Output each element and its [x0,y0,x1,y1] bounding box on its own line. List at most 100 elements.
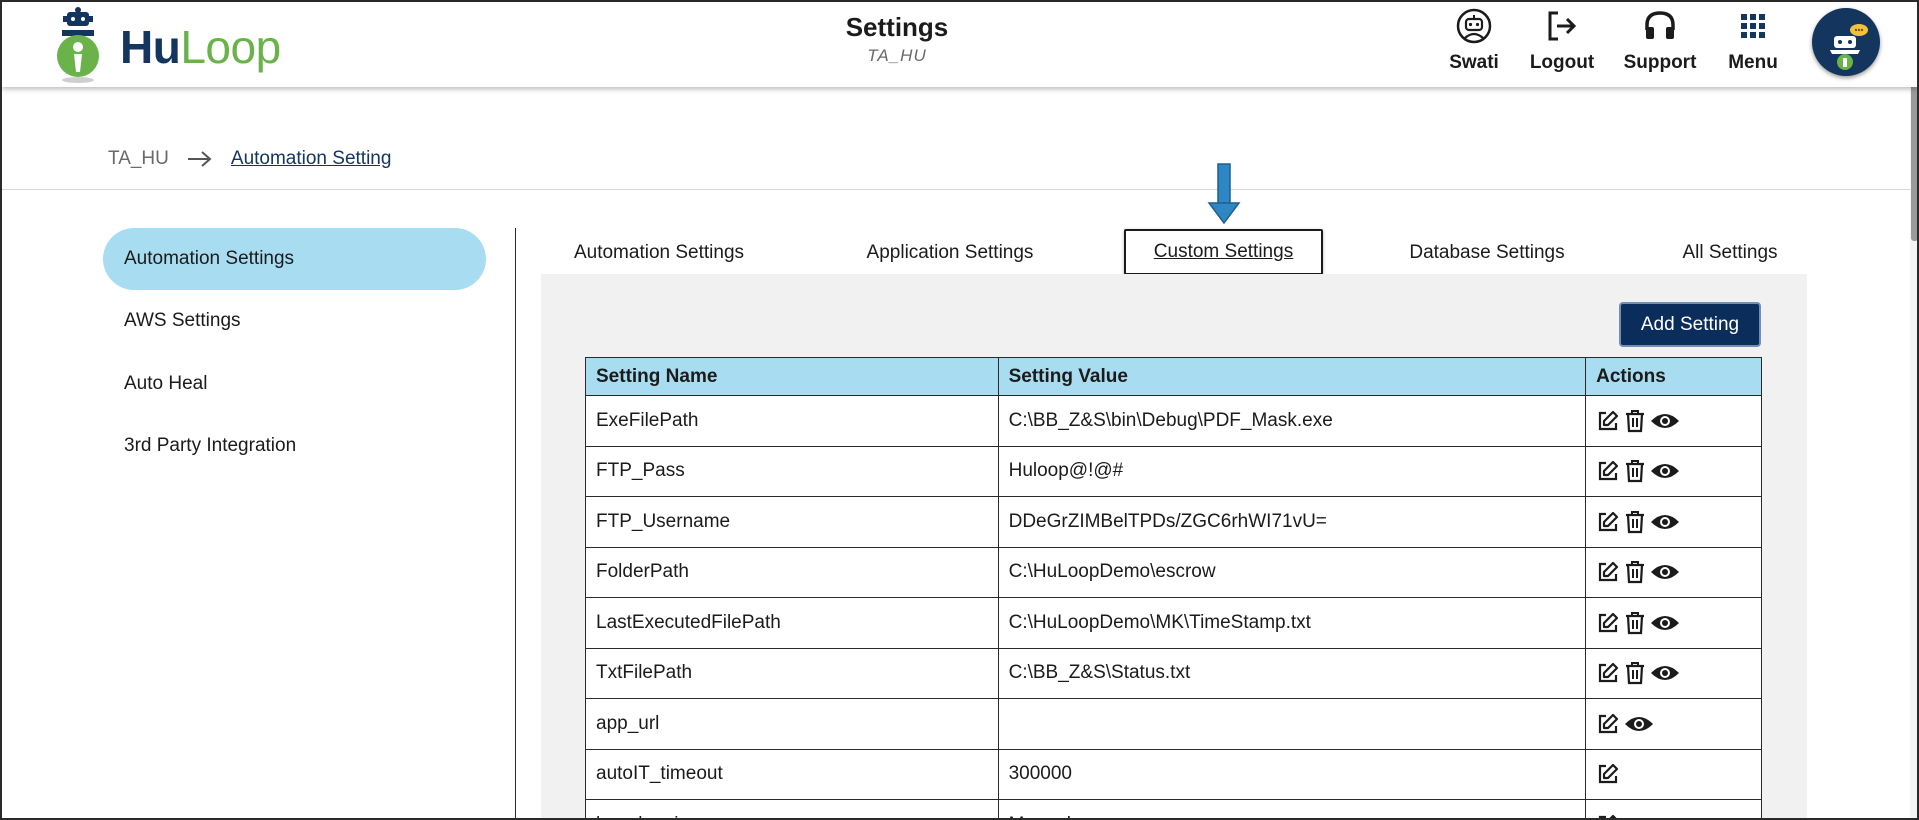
setting-value-cell: C:\BB_Z&S\bin\Debug\PDF_Mask.exe [997,395,1587,447]
support-button[interactable]: Support [1621,8,1699,78]
table-row: LastExecutedFilePath C:\HuLoopDemo\MK\Tim… [585,597,1762,649]
trash-icon[interactable] [1624,510,1646,534]
edit-icon[interactable] [1596,813,1620,820]
edit-icon[interactable] [1596,459,1620,483]
tab-application-settings[interactable]: Application Settings [857,230,1043,276]
setting-name-cell: FTP_Username [585,496,999,548]
table-row: autoIT_timeout 300000 [585,748,1762,800]
top-header: HuLoop Settings TA_HU Swati Logout Suppo… [2,2,1917,87]
trash-icon[interactable] [1624,409,1646,433]
setting-value-cell: C:\BB_Z&S\Status.txt [997,647,1587,699]
row-actions [1596,409,1761,433]
support-label: Support [1623,52,1697,73]
header-divider [2,189,1917,190]
app-window: HuLoop Settings TA_HU Swati Logout Suppo… [0,0,1919,820]
sidebar-item-3rd-party-integration[interactable]: 3rd Party Integration [103,415,486,477]
eye-icon[interactable] [1650,460,1680,482]
setting-name-cell: TxtFilePath [585,647,999,699]
actions-cell [1585,799,1762,820]
edit-icon[interactable] [1596,611,1620,635]
trash-icon[interactable] [1624,661,1646,685]
edit-icon[interactable] [1596,712,1620,736]
breadcrumb: TA_HU Automation Setting [108,148,391,170]
eye-icon[interactable] [1650,410,1680,432]
logo-robot-icon [57,7,99,83]
eye-icon[interactable] [1650,612,1680,634]
setting-value-cell: DDeGrZIMBelTPDs/ZGC6rhWI71vU= [997,496,1587,548]
row-actions [1596,611,1761,635]
column-header-setting-name[interactable]: Setting Name [585,357,999,396]
edit-icon[interactable] [1596,560,1620,584]
sidebar-item-aws-settings[interactable]: AWS Settings [103,290,486,352]
row-actions [1596,510,1761,534]
edit-icon[interactable] [1596,409,1620,433]
setting-name-cell: FolderPath [585,546,999,598]
arrow-right-icon [187,151,212,167]
setting-value-cell: C:\HuLoopDemo\MK\TimeStamp.txt [997,597,1587,649]
sidebar-item-automation-settings[interactable]: Automation Settings [103,228,486,290]
edit-icon[interactable] [1596,661,1620,685]
tab-all-settings[interactable]: All Settings [1674,230,1786,276]
sidebar-item-label: Automation Settings [124,248,295,269]
trash-icon[interactable] [1624,560,1646,584]
table-header-row: Setting Name Setting Value Actions [585,357,1762,396]
tab-database-settings[interactable]: Database Settings [1403,230,1571,276]
huloop-logo[interactable]: HuLoop [50,2,290,84]
assistant-avatar-button[interactable] [1812,8,1880,76]
sidebar-item-label: AWS Settings [124,310,241,331]
logout-label: Logout [1529,52,1595,73]
table-row: app_url [585,698,1762,750]
setting-value-cell: Manual [997,799,1587,818]
eye-icon[interactable] [1650,561,1680,583]
user-name-label: Swati [1449,52,1499,73]
table-row: ExeFilePath C:\BB_Z&S\bin\Debug\PDF_Mask.… [585,395,1762,447]
actions-cell [1585,445,1762,497]
user-profile-button[interactable]: Swati [1439,8,1509,78]
setting-value-cell: Huloop@!@# [997,445,1587,497]
add-setting-button[interactable]: Add Setting [1619,302,1761,347]
setting-value-cell: 300000 [997,748,1587,800]
sidebar-item-label: Auto Heal [124,373,208,394]
actions-cell [1585,395,1762,447]
setting-value-cell [997,698,1587,750]
table-row: TxtFilePath C:\BB_Z&S\Status.txt [585,647,1762,699]
row-actions [1596,661,1761,685]
table-row: bug_loggingManual [585,799,1762,820]
setting-name-cell: LastExecutedFilePath [585,597,999,649]
arrow-down-pointer-icon [1207,163,1241,230]
eye-icon[interactable] [1650,662,1680,684]
edit-icon[interactable] [1596,510,1620,534]
table-row: FolderPath C:\HuLoopDemo\escrow [585,546,1762,598]
trash-icon[interactable] [1624,459,1646,483]
page-title: Settings [845,12,949,42]
tab-automation-settings[interactable]: Automation Settings [566,230,752,276]
trash-icon[interactable] [1624,611,1646,635]
column-header-setting-value[interactable]: Setting Value [997,357,1587,396]
menu-button[interactable]: Menu [1725,8,1781,78]
breadcrumb-root[interactable]: TA_HU [108,148,169,170]
row-actions [1596,560,1761,584]
tab-custom-settings[interactable]: Custom Settings [1124,229,1323,275]
headset-icon [1645,11,1675,39]
actions-cell [1585,496,1762,548]
setting-name-cell: bug_logging [585,799,999,818]
grid-menu-icon [1741,14,1765,38]
row-actions [1596,459,1761,483]
eye-icon[interactable] [1650,511,1680,533]
page-title-block: Settings TA_HU [797,12,997,66]
row-actions [1596,762,1761,786]
column-header-actions: Actions [1585,357,1762,396]
sidebar-item-label: 3rd Party Integration [124,435,297,456]
sidebar-item-auto-heal[interactable]: Auto Heal [103,353,486,415]
logout-button[interactable]: Logout [1529,8,1595,78]
bot-avatar-icon [1830,24,1868,70]
menu-label: Menu [1728,52,1778,73]
page-subtitle: TA_HU [867,46,927,65]
eye-icon[interactable] [1624,713,1654,735]
edit-icon[interactable] [1596,762,1620,786]
setting-name-cell: FTP_Pass [585,445,999,497]
breadcrumb-current[interactable]: Automation Setting [231,148,392,170]
settings-table: Setting Name Setting Value Actions ExeFi… [585,357,1762,820]
user-robot-icon [1456,8,1492,44]
actions-cell [1585,597,1762,649]
